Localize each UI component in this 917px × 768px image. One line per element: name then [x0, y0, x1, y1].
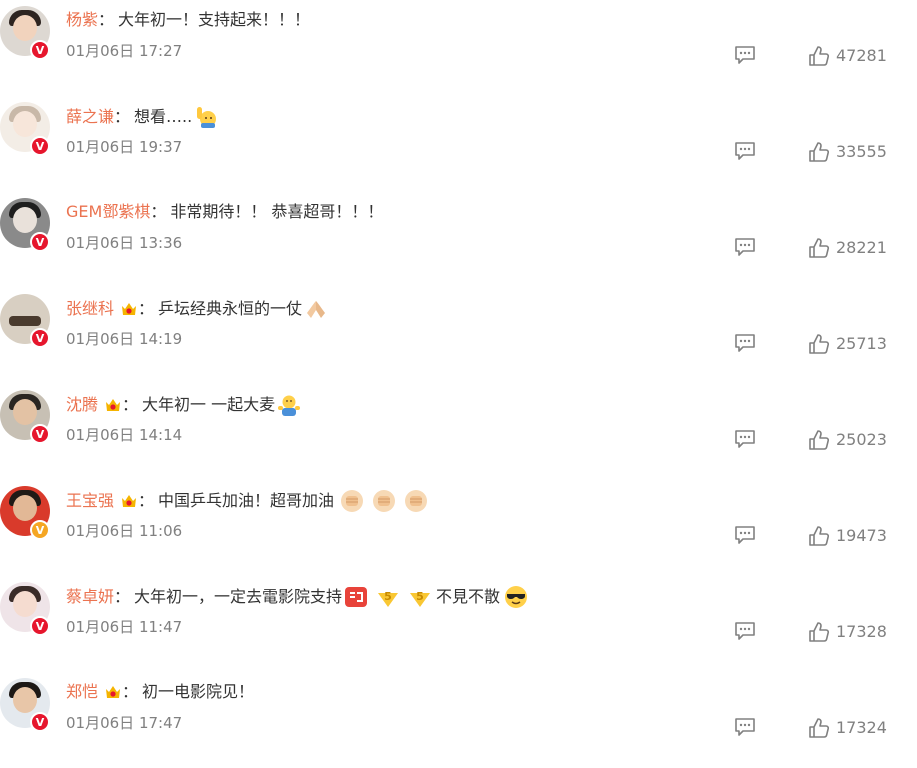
reply-icon[interactable] — [734, 429, 756, 449]
colon: ： — [114, 107, 131, 126]
comment-text: 中国乒乓加油！超哥加油 — [158, 491, 335, 510]
comment-line: 郑恺 ： 初一电影院见！ — [66, 681, 254, 703]
comment-text: 非常期待！！ 恭喜超哥！！！ — [170, 202, 384, 221]
like-count: 17328 — [836, 622, 887, 641]
comment-item: V 郑恺 ： 初一电影院见！ 01月06日 17:47 17324 — [0, 672, 917, 768]
timestamp: 01月06日 17:47 — [66, 714, 183, 732]
svg-text:5: 5 — [384, 590, 392, 603]
timestamp: 01月06日 19:37 — [66, 138, 183, 156]
reply-icon[interactable] — [734, 621, 756, 641]
timestamp: 01月06日 11:47 — [66, 618, 183, 636]
username-link[interactable]: 杨紫 — [66, 9, 98, 31]
like-count: 25023 — [836, 430, 887, 449]
comment-text: 大年初一，一定去電影院支持 — [134, 587, 343, 606]
colon: ： — [98, 10, 115, 29]
shrug-emoji — [278, 395, 301, 416]
username-link[interactable]: 张继科 — [66, 298, 114, 320]
verified-badge-icon: V — [30, 520, 50, 540]
raise-hand-emoji — [197, 107, 217, 128]
reply-icon[interactable] — [734, 141, 756, 161]
comment-line: GEM鄧紫棋 ： 非常期待！！ 恭喜超哥！！！ — [66, 201, 383, 223]
verified-badge-icon: V — [30, 712, 50, 732]
username-link[interactable]: GEM鄧紫棋 — [66, 201, 150, 223]
crown-icon — [122, 303, 137, 315]
like-count: 28221 — [836, 238, 887, 257]
colon: ： — [138, 491, 155, 510]
comment-text: 大年初一！支持起来！！！ — [118, 10, 311, 29]
thumbs-up-icon[interactable] — [808, 141, 830, 163]
comment-line: 沈腾 ： 大年初一 一起大麦 — [66, 393, 301, 417]
comment-line: 蔡卓妍 ： 大年初一，一定去電影院支持 5 5 不見不散 — [66, 585, 528, 609]
hongbao-sticker-emoji — [345, 587, 368, 607]
svg-text:5: 5 — [416, 590, 424, 603]
pray-emoji — [307, 301, 326, 318]
timestamp: 01月06日 14:19 — [66, 330, 183, 348]
colon: ： — [138, 299, 155, 318]
like-count: 47281 — [836, 46, 887, 65]
reply-icon[interactable] — [734, 45, 756, 65]
comment-line: 张继科 ： 乒坛经典永恒的一仗 — [66, 297, 328, 321]
crown-icon — [106, 399, 121, 411]
comment-item: V 沈腾 ： 大年初一 一起大麦 01月06日 14:14 25023 — [0, 384, 917, 480]
verified-badge-icon: V — [30, 616, 50, 636]
like-count: 25713 — [836, 334, 887, 353]
timestamp: 01月06日 11:06 — [66, 522, 183, 540]
comment-tail-text: 不見不散 — [436, 587, 501, 606]
reply-icon[interactable] — [734, 333, 756, 353]
thumbs-up-icon[interactable] — [808, 45, 830, 67]
comment-text: 初一电影院见！ — [142, 682, 255, 701]
thumbs-up-icon[interactable] — [808, 525, 830, 547]
crown-icon — [106, 686, 121, 698]
comment-line: 薛之谦 ： 想看….. — [66, 105, 218, 129]
colon: ： — [122, 682, 139, 701]
verified-badge-icon: V — [30, 40, 50, 60]
thumbs-up-icon[interactable] — [808, 237, 830, 259]
username-link[interactable]: 沈腾 — [66, 394, 98, 416]
fist-emoji — [405, 490, 428, 512]
comment-item: V 杨紫 ： 大年初一！支持起来！！！ 01月06日 17:27 47281 — [0, 0, 917, 96]
reply-icon[interactable] — [734, 525, 756, 545]
comment-item: V GEM鄧紫棋 ： 非常期待！！ 恭喜超哥！！！ 01月06日 13:36 2… — [0, 192, 917, 288]
comment-text: 乒坛经典永恒的一仗 — [158, 299, 303, 318]
verified-badge-icon: V — [30, 232, 50, 252]
comment-item: V 蔡卓妍 ： 大年初一，一定去電影院支持 5 5 不見不散 01月06日 11… — [0, 576, 917, 672]
verified-badge-icon: V — [30, 424, 50, 444]
username-link[interactable]: 薛之谦 — [66, 106, 114, 128]
timestamp: 01月06日 13:36 — [66, 234, 183, 252]
colon: ： — [114, 587, 131, 606]
thumbs-up-icon[interactable] — [808, 621, 830, 643]
like-count: 19473 — [836, 526, 887, 545]
reply-icon[interactable] — [734, 237, 756, 257]
colon: ： — [150, 202, 167, 221]
colon: ： — [122, 395, 139, 414]
like-count: 17324 — [836, 718, 887, 737]
five-down-emoji: 5 — [378, 590, 399, 607]
verified-badge-icon: V — [30, 328, 50, 348]
five-down-emoji: 5 — [410, 590, 431, 607]
verified-badge-icon: V — [30, 136, 50, 156]
fist-emoji — [341, 490, 364, 512]
thumbs-up-icon[interactable] — [808, 429, 830, 451]
like-count: 33555 — [836, 142, 887, 161]
comment-item: V 薛之谦 ： 想看….. 01月06日 19:37 33555 — [0, 96, 917, 192]
fist-emoji — [373, 490, 396, 512]
cool-sunglasses-emoji — [505, 586, 528, 608]
reply-icon[interactable] — [734, 717, 756, 737]
comment-item: V 张继科 ： 乒坛经典永恒的一仗 01月06日 14:19 25713 — [0, 288, 917, 384]
comment-item: V 王宝强 ： 中国乒乓加油！超哥加油 01月06日 11:06 19473 — [0, 480, 917, 576]
timestamp: 01月06日 14:14 — [66, 426, 183, 444]
crown-icon — [122, 495, 137, 507]
timestamp: 01月06日 17:27 — [66, 42, 183, 60]
comment-text: 想看….. — [134, 107, 193, 126]
comment-line: 杨紫 ： 大年初一！支持起来！！！ — [66, 9, 310, 31]
comment-line: 王宝强 ： 中国乒乓加油！超哥加油 — [66, 489, 428, 513]
thumbs-up-icon[interactable] — [808, 717, 830, 739]
username-link[interactable]: 蔡卓妍 — [66, 586, 114, 608]
comment-text: 大年初一 一起大麦 — [142, 395, 276, 414]
thumbs-up-icon[interactable] — [808, 333, 830, 355]
username-link[interactable]: 郑恺 — [66, 681, 98, 703]
username-link[interactable]: 王宝强 — [66, 490, 114, 512]
